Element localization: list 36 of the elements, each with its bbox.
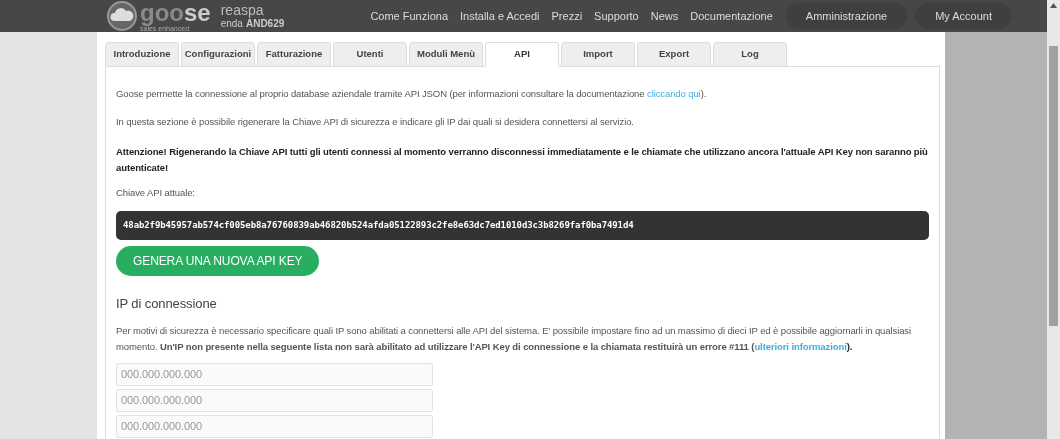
- nav-link[interactable]: News: [645, 7, 684, 25]
- nav-button[interactable]: Amministrazione: [785, 2, 908, 30]
- tab[interactable]: Log: [713, 42, 787, 67]
- tab[interactable]: Introduzione: [105, 42, 179, 67]
- tab[interactable]: Import: [561, 42, 635, 67]
- tab[interactable]: Fatturazione: [257, 42, 331, 67]
- arrow-up-icon[interactable]: [1050, 3, 1057, 8]
- tab[interactable]: Export: [637, 42, 711, 67]
- nav-link[interactable]: Documentazione: [685, 7, 778, 25]
- company-code: AND629: [245, 19, 285, 29]
- logo-text: goo: [140, 0, 184, 25]
- company-code-label: enda: [220, 19, 243, 29]
- scrollbar-thumb[interactable]: [1049, 46, 1058, 326]
- ip-input-field[interactable]: 000.000.000.000: [116, 414, 433, 438]
- api-key-display: 48ab2f9b45957ab574cf005eb8a76760839ab46820b524afda05122893c2fe8e63dc7ed1010d3c3b8269faf0ba7491d4: [116, 210, 929, 241]
- tab[interactable]: API: [485, 42, 559, 67]
- tab[interactable]: Utenti: [333, 42, 407, 67]
- section-text: In questa sezione è possibile rigenerare la Chiave API di sicurezza e indicare gli IP dai quali si desidera connettersi al servizio.: [116, 115, 635, 130]
- section-title: IP di connessione: [116, 295, 218, 314]
- nav-link[interactable]: Installa e Accedi: [455, 7, 545, 25]
- tab[interactable]: Moduli Menù: [409, 42, 483, 67]
- warning-text: Attenzione! Rigenerando la Chiave API tutti gli utenti connessi al momento verranno disconnessi immediatamente e le chiamate che utilizzano ancora l'attuale API Key non saranno più autenticate!: [116, 144, 929, 175]
- ip-input-field[interactable]: 000.000.000.000: [116, 362, 433, 386]
- logo-text: se: [184, 0, 211, 25]
- nav-link[interactable]: Prezzi: [546, 7, 588, 25]
- nav-button[interactable]: My Account: [915, 2, 1012, 30]
- nav-link[interactable]: Supporto: [589, 7, 644, 25]
- ip-info-text: Per motivi di sicurezza è necessario specificare quali IP sono abilitati a connettersi alle API del sistema. E' possibile impostare fino ad un massimo di dieci IP ed è possibile aggiornarli in qualsiasi momento. Un'IP non presente nella seguente lista non sarà abilitato ad utilizzare l'API Key di connessione e la chiamata restituirà un errore #111 (ulteriori informazioni).: [116, 323, 912, 354]
- intro-text: Goose permette la connessione al proprio database aziendale tramite API JSON (per informazioni consultare la documentazione cliccando qui).: [116, 87, 708, 101]
- nav-link[interactable]: Come Funziona: [365, 7, 454, 25]
- api-key-label: Chiave API attuale:: [116, 185, 196, 200]
- cloud-logo-icon: [106, 0, 138, 32]
- tab[interactable]: Configurazioni: [181, 42, 255, 67]
- ip-input-field[interactable]: 000.000.000.000: [116, 388, 433, 412]
- scrollbar[interactable]: [1047, 0, 1060, 439]
- company-name: reaspa: [220, 3, 265, 17]
